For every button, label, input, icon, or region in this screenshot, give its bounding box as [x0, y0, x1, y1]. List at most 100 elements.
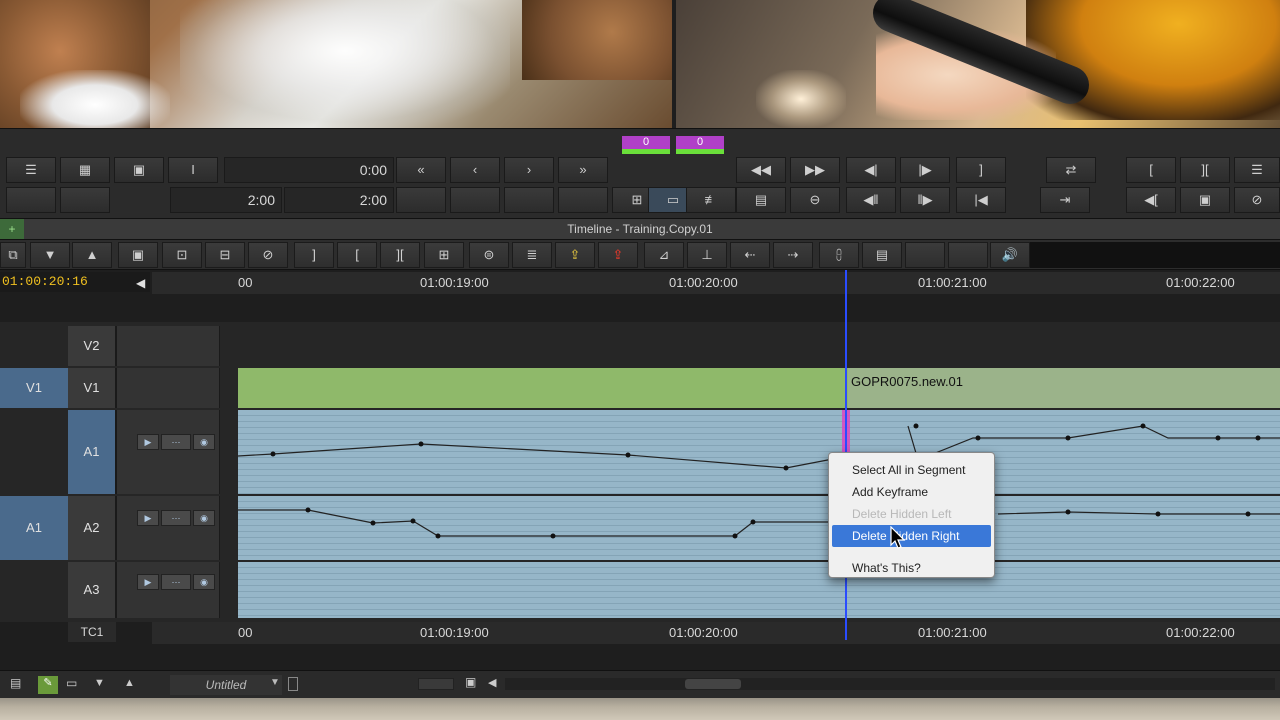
top-icon[interactable]: ⩉ — [819, 242, 859, 268]
fast-forward-10-icon[interactable]: » — [558, 157, 608, 183]
timeline-add-icon[interactable]: + — [0, 219, 24, 239]
audio-volume-curves[interactable] — [238, 410, 1280, 610]
mark-clip-icon[interactable]: ][ — [1180, 157, 1230, 183]
source-time-field[interactable]: 0:00 — [224, 157, 394, 183]
menu-right-icon[interactable]: ☰ — [1234, 157, 1280, 183]
position-arrow-icon[interactable]: ◀ — [136, 276, 145, 290]
segment-icon[interactable]: ⊡ — [162, 242, 202, 268]
toolbar-menu-icon[interactable]: ⧉ — [0, 242, 26, 268]
chevron-up-icon[interactable]: ▲ — [124, 677, 135, 689]
lift-icon[interactable]: ◀[ — [1126, 187, 1176, 213]
track-label-a3[interactable]: A3 — [68, 562, 116, 618]
blank-tool-1[interactable] — [905, 242, 945, 268]
source-duration-field[interactable]: 2:00 — [170, 187, 282, 213]
record-duration-field[interactable]: 2:00 — [284, 187, 394, 213]
source-monitor[interactable] — [0, 0, 672, 128]
blank-button-1[interactable] — [6, 187, 56, 213]
bin-name-field[interactable]: Untitled — [170, 675, 282, 695]
rewind-10-icon[interactable]: « — [396, 157, 446, 183]
blank-button-2[interactable] — [60, 187, 110, 213]
speaker-icon[interactable]: 🔊 — [990, 242, 1030, 268]
step-back-icon[interactable]: ‹ — [450, 157, 500, 183]
audio-keyframe-icon[interactable]: ⋯ — [161, 434, 191, 450]
lift-tool-icon[interactable]: ⇪ — [555, 242, 595, 268]
fast-forward-icon[interactable]: ▶▶ — [790, 157, 840, 183]
blank-button-5[interactable] — [504, 187, 554, 213]
track-label-a2[interactable]: A2 — [68, 496, 116, 560]
timeline-position-field[interactable]: 01:00:20:16 — [0, 272, 150, 292]
audio-clip-icon[interactable]: ◉ — [193, 574, 215, 590]
clear-marks-icon[interactable]: ⊞ — [424, 242, 464, 268]
blank-button-3[interactable] — [396, 187, 446, 213]
track-label-a1[interactable]: A1 — [68, 410, 116, 494]
mark-clip-tool-icon[interactable]: ][ — [380, 242, 420, 268]
match-frame-icon[interactable]: ⇄ — [1046, 157, 1096, 183]
audio-play-icon[interactable]: ▶ — [137, 510, 159, 526]
mark-in-tool-icon[interactable]: [ — [337, 242, 377, 268]
frame-icon[interactable]: ▣ — [114, 157, 164, 183]
mark-out-icon[interactable]: ] — [956, 157, 1006, 183]
toggle-source-icon[interactable]: ▤ — [10, 676, 32, 694]
bin-dropdown-icon[interactable]: ▼ — [270, 677, 280, 688]
blank-button-4[interactable] — [450, 187, 500, 213]
menu-item-add-keyframe[interactable]: Add Keyframe — [829, 481, 994, 503]
audio-keyframe-icon[interactable]: ⋯ — [161, 510, 191, 526]
video-clip-lane[interactable]: GOPR0075.new.01 — [238, 368, 1280, 408]
mark-out-tool-icon[interactable]: ] — [294, 242, 334, 268]
timeline-scrollbar[interactable] — [505, 678, 1275, 690]
audio-play-icon[interactable]: ▶ — [137, 574, 159, 590]
track-label-v1[interactable]: V1 — [68, 368, 116, 408]
mark-in-icon[interactable]: [ — [1126, 157, 1176, 183]
blank-tool-2[interactable] — [948, 242, 988, 268]
source-track-v1[interactable]: V1 — [0, 368, 68, 408]
render-icon[interactable]: ⊟ — [205, 242, 245, 268]
trim-back-icon[interactable]: ◀‖ — [846, 187, 896, 213]
add-edit-icon[interactable]: ⊜ — [469, 242, 509, 268]
blank-button-6[interactable] — [558, 187, 608, 213]
timeline-ruler-top[interactable]: 00 01:00:19:00 01:00:20:00 01:00:21:00 0… — [152, 272, 1280, 294]
clear-icon[interactable]: ⊘ — [248, 242, 288, 268]
timeline-ruler-bottom[interactable]: 00 01:00:19:00 01:00:20:00 01:00:21:00 0… — [152, 622, 1280, 644]
trim-icon[interactable]: ≣ — [512, 242, 552, 268]
scrollbar-thumb[interactable] — [685, 679, 741, 689]
scroll-left-icon[interactable]: ◀ — [488, 676, 496, 689]
zoom-slider[interactable] — [418, 678, 454, 690]
step-back-frame-icon[interactable]: ◀| — [846, 157, 896, 183]
go-to-mark-icon[interactable]: ⇥ — [1040, 187, 1090, 213]
track-label-v2[interactable]: V2 — [68, 326, 116, 366]
go-to-start-icon[interactable]: |◀ — [956, 187, 1006, 213]
audio-keyframe-icon[interactable]: ⋯ — [161, 574, 191, 590]
i-beam-icon[interactable]: I — [168, 157, 218, 183]
no-entry-icon[interactable]: ⊘ — [1234, 187, 1280, 213]
track-down-icon[interactable]: ▼ — [30, 242, 70, 268]
track-up-icon[interactable]: ▲ — [72, 242, 112, 268]
grid-icon[interactable]: ▦ — [60, 157, 110, 183]
audio-clip-icon[interactable]: ◉ — [193, 434, 215, 450]
menu-item-delete-hidden-right[interactable]: Delete Hidden Right — [832, 525, 991, 547]
track-label-tc1[interactable]: TC1 — [68, 622, 116, 642]
chevron-down-icon[interactable]: ▼ — [94, 677, 105, 689]
menu-icon[interactable]: ☰ — [6, 157, 56, 183]
step-forward-icon[interactable]: › — [504, 157, 554, 183]
rewind-icon[interactable]: ◀◀ — [736, 157, 786, 183]
monitor-icon[interactable]: ▣ — [118, 242, 158, 268]
effect-mode-icon[interactable]: ✎ — [38, 676, 58, 694]
record-monitor[interactable] — [676, 0, 1280, 128]
menu-item-whats-this[interactable]: What's This? — [829, 557, 994, 579]
grid-tool-icon[interactable]: ▤ — [862, 242, 902, 268]
sliders-icon[interactable]: ≢ — [686, 187, 736, 213]
replace-icon[interactable]: ⇢ — [773, 242, 813, 268]
zoom-fit-icon[interactable]: ▣ — [465, 675, 483, 693]
audio-play-icon[interactable]: ▶ — [137, 434, 159, 450]
segment-mode-icon[interactable]: ⊿ — [644, 242, 684, 268]
splice-icon[interactable]: ⊥ — [687, 242, 727, 268]
overlay-icon[interactable]: ▣ — [1180, 187, 1230, 213]
menu-item-select-all-in-segment[interactable]: Select All in Segment — [829, 459, 994, 481]
audio-clip-icon[interactable]: ◉ — [193, 510, 215, 526]
extract-tool-icon[interactable]: ⇪ — [598, 242, 638, 268]
link-icon[interactable]: ⊖ — [790, 187, 840, 213]
trim-forward-icon[interactable]: ‖▶ — [900, 187, 950, 213]
play-icon[interactable]: |▶ — [900, 157, 950, 183]
source-track-a1[interactable]: A1 — [0, 496, 68, 560]
blank-square-icon[interactable]: ▭ — [66, 676, 86, 694]
